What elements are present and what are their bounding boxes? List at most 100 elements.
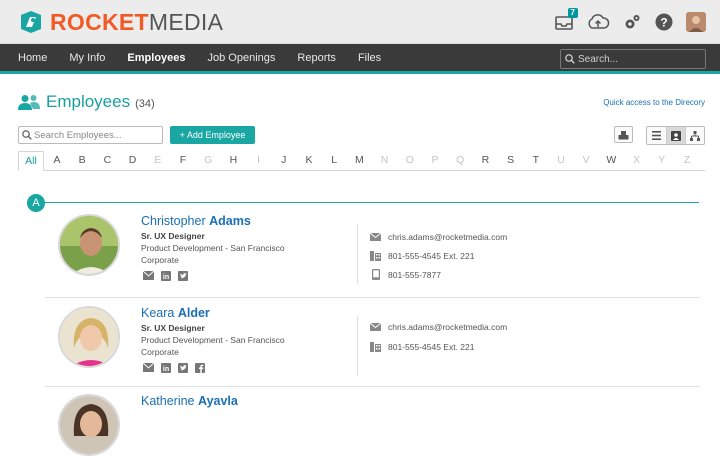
alpha-all[interactable]: All bbox=[18, 151, 44, 171]
linkedin-icon[interactable]: in bbox=[160, 270, 171, 281]
nav-item-my-info[interactable]: My Info bbox=[69, 52, 105, 64]
quick-access-link[interactable]: Quick access to the Direcory bbox=[603, 98, 705, 107]
employee-name[interactable]: Christopher Adams bbox=[141, 214, 251, 228]
email-icon bbox=[370, 231, 381, 242]
brand-name-part1: ROCKET bbox=[50, 9, 149, 35]
help-button[interactable]: ? bbox=[654, 12, 674, 32]
alpha-g[interactable]: G bbox=[201, 154, 215, 166]
alpha-o[interactable]: O bbox=[403, 154, 417, 166]
page-title: Employees bbox=[46, 92, 131, 111]
employee-photo[interactable] bbox=[58, 394, 120, 456]
alpha-f[interactable]: F bbox=[176, 154, 190, 166]
mobile-phone: 801-555-7877 bbox=[388, 269, 441, 280]
employee-search-input[interactable] bbox=[34, 129, 159, 141]
email-icon[interactable] bbox=[143, 270, 154, 281]
alpha-d[interactable]: D bbox=[126, 154, 140, 166]
alpha-n[interactable]: N bbox=[378, 154, 392, 166]
employee-photo[interactable] bbox=[58, 306, 120, 368]
settings-button[interactable] bbox=[622, 12, 642, 32]
alpha-u[interactable]: U bbox=[554, 154, 568, 166]
svg-text:?: ? bbox=[660, 16, 667, 30]
alpha-k[interactable]: K bbox=[302, 154, 316, 166]
section-divider bbox=[36, 202, 699, 203]
employee-name[interactable]: Keara Alder bbox=[141, 306, 210, 320]
last-name: Alder bbox=[177, 306, 210, 320]
people-icon bbox=[18, 95, 40, 110]
employee-photo[interactable] bbox=[58, 214, 120, 276]
org-chart-button[interactable] bbox=[685, 127, 704, 144]
header-actions: 7 ? bbox=[554, 8, 706, 32]
alpha-c[interactable]: C bbox=[100, 154, 114, 166]
alpha-t[interactable]: T bbox=[529, 154, 543, 166]
alpha-b[interactable]: B bbox=[75, 154, 89, 166]
page-header: Employees (34) bbox=[18, 92, 155, 112]
contact-email[interactable]: chris.adams@rocketmedia.com bbox=[370, 231, 507, 242]
facebook-icon[interactable] bbox=[194, 362, 205, 373]
linkedin-icon[interactable]: in bbox=[160, 362, 171, 373]
alpha-v[interactable]: V bbox=[579, 154, 593, 166]
twitter-icon[interactable] bbox=[177, 362, 188, 373]
global-search[interactable] bbox=[560, 49, 706, 69]
employee-name[interactable]: Katherine Ayavla bbox=[141, 394, 238, 408]
nav-item-files[interactable]: Files bbox=[358, 52, 381, 64]
division: Corporate bbox=[141, 347, 179, 357]
nav-item-reports[interactable]: Reports bbox=[297, 52, 336, 64]
inbox-button[interactable]: 7 bbox=[554, 8, 578, 32]
user-avatar[interactable] bbox=[686, 12, 706, 32]
svg-text:in: in bbox=[162, 366, 168, 373]
contact-card-icon bbox=[671, 130, 681, 141]
alpha-w[interactable]: W bbox=[604, 154, 618, 166]
alpha-l[interactable]: L bbox=[327, 154, 341, 166]
brand-name-part2: MEDIA bbox=[148, 9, 224, 35]
office-phone-icon bbox=[370, 250, 381, 261]
employee-count: (34) bbox=[135, 97, 155, 110]
alpha-r[interactable]: R bbox=[478, 154, 492, 166]
alpha-a[interactable]: A bbox=[50, 154, 64, 166]
card-view-button[interactable] bbox=[666, 127, 685, 144]
search-icon bbox=[22, 130, 32, 140]
nav-menu: Home My Info Employees Job Openings Reports F… bbox=[18, 44, 403, 72]
contact-work-phone[interactable]: 801-555-4545 Ext. 221 bbox=[370, 341, 474, 352]
alphabet-filter: All ABCDEFGHIJKLMNOPQRSTUVWXYZ bbox=[18, 151, 705, 171]
help-icon: ? bbox=[655, 13, 673, 31]
search-icon bbox=[565, 54, 575, 64]
cloud-upload-button[interactable] bbox=[586, 12, 610, 32]
alpha-e[interactable]: E bbox=[151, 154, 165, 166]
card-separator bbox=[45, 297, 700, 298]
alpha-p[interactable]: P bbox=[428, 154, 442, 166]
app-logo[interactable]: ROCKETMEDIA bbox=[18, 9, 223, 35]
alpha-y[interactable]: Y bbox=[655, 154, 669, 166]
alpha-m[interactable]: M bbox=[352, 154, 366, 166]
contact-mobile[interactable]: 801-555-7877 bbox=[370, 269, 441, 280]
contact-email[interactable]: chris.adams@rocketmedia.com bbox=[370, 321, 507, 332]
first-name: Christopher bbox=[141, 214, 206, 228]
add-employee-button[interactable]: + Add Employee bbox=[170, 126, 255, 144]
section-letter-badge: A bbox=[27, 194, 45, 212]
global-search-input[interactable] bbox=[578, 53, 698, 65]
email-icon[interactable] bbox=[143, 362, 154, 373]
alpha-s[interactable]: S bbox=[504, 154, 518, 166]
alpha-i[interactable]: I bbox=[252, 154, 266, 166]
nav-item-home[interactable]: Home bbox=[18, 52, 47, 64]
nav-item-job-openings[interactable]: Job Openings bbox=[208, 52, 276, 64]
list-view-button[interactable] bbox=[647, 127, 666, 144]
employee-card: Keara Alder Sr. UX Designer Product Deve… bbox=[45, 306, 700, 381]
alpha-z[interactable]: Z bbox=[680, 154, 694, 166]
employee-search[interactable] bbox=[18, 126, 163, 144]
contact-work-phone[interactable]: 801-555-4545 Ext. 221 bbox=[370, 250, 474, 261]
alpha-j[interactable]: J bbox=[277, 154, 291, 166]
alpha-x[interactable]: X bbox=[630, 154, 644, 166]
export-button[interactable] bbox=[614, 126, 633, 143]
nav-item-employees[interactable]: Employees bbox=[127, 52, 185, 64]
card-divider bbox=[357, 316, 358, 376]
twitter-icon[interactable] bbox=[177, 270, 188, 281]
view-toggle-group bbox=[646, 126, 705, 145]
main-nav: Home My Info Employees Job Openings Reports F… bbox=[0, 44, 720, 74]
employee-toolbar: + Add Employee bbox=[18, 126, 705, 145]
brand-name: ROCKETMEDIA bbox=[50, 9, 223, 35]
last-name: Adams bbox=[209, 214, 251, 228]
alpha-h[interactable]: H bbox=[226, 154, 240, 166]
alpha-q[interactable]: Q bbox=[453, 154, 467, 166]
employee-card: Christopher Adams Sr. UX Designer Produc… bbox=[45, 214, 700, 294]
org-chart-icon bbox=[690, 130, 700, 141]
